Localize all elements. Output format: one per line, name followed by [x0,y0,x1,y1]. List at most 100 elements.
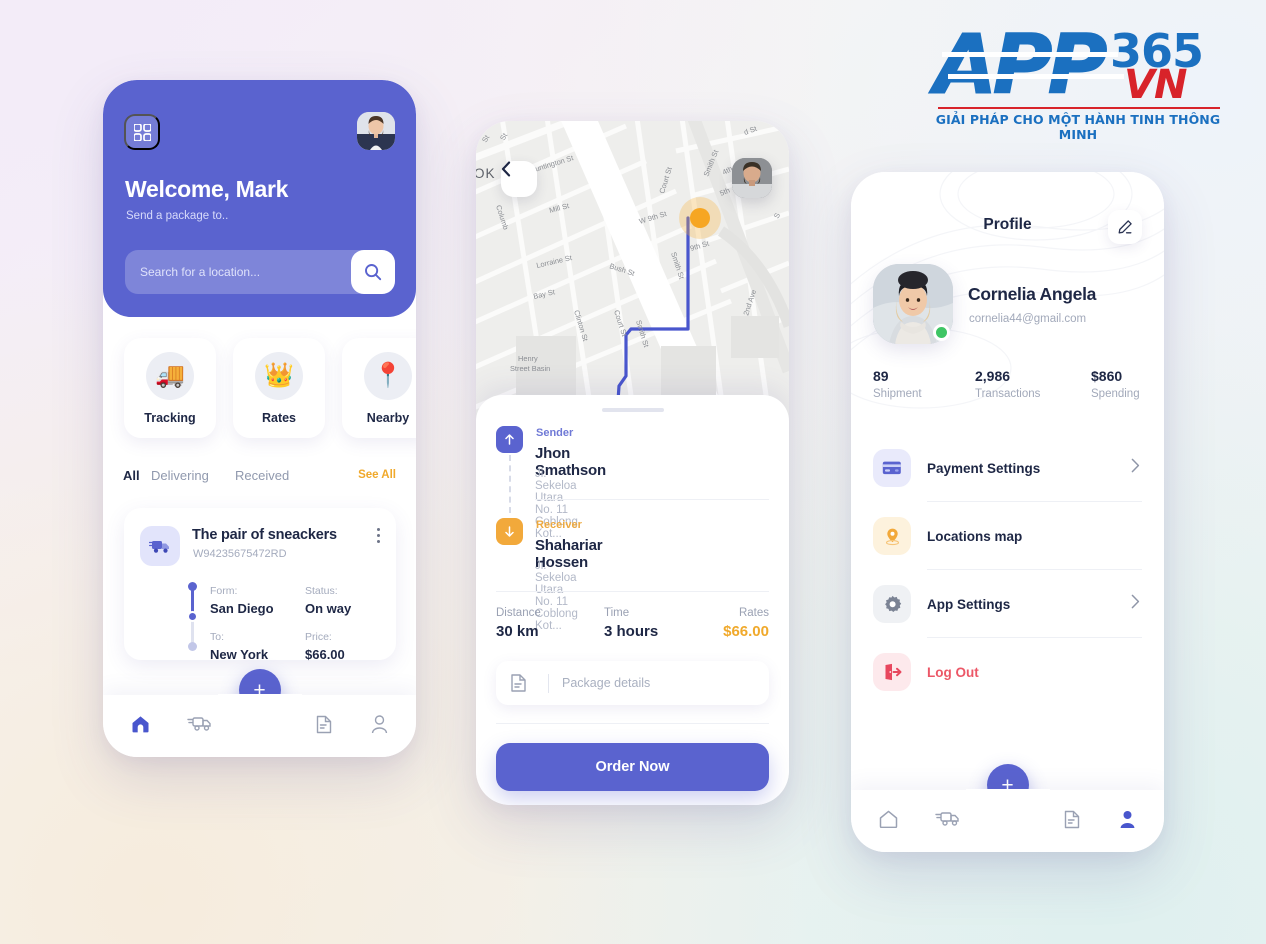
see-all-link[interactable]: See All [358,469,396,481]
bottom-navigation [103,694,416,757]
back-button[interactable] [501,161,537,197]
from-value: San Diego [210,601,274,616]
stat-transactions: 2,986 Transactions [975,368,1040,400]
crown-icon: 👑 [255,351,303,400]
chevron-left-icon [501,161,511,177]
nav-profile-button[interactable] [1119,810,1136,829]
metric-distance: Distance 30 km [496,607,541,640]
search-input[interactable] [140,250,340,294]
map-pin-icon: 📍 [364,351,412,400]
nav-shipments-button[interactable] [935,810,960,827]
metric-rates: Rates $66.00 [723,607,769,640]
truck-icon [140,526,180,566]
app365-logo: APP 365 VN GIẢI PHÁP CHO MỘT HÀNH TINH T… [928,18,1228,143]
profile-email: cornelia44@gmail.com [969,313,1087,325]
avatar[interactable] [357,112,395,150]
phone-home-screen: Welcome, Mark Send a package to.. 🚚 Trac… [103,80,416,757]
field-separator [548,674,549,693]
courier-avatar[interactable] [732,158,772,198]
nav-home-button[interactable] [879,810,898,828]
map-area-label: OK [476,166,496,181]
sheet-drag-handle[interactable] [601,408,664,412]
shipment-title: The pair of sneackers [192,527,337,543]
timeline-node-destination [188,642,197,651]
quick-action-label: Tracking [144,410,196,425]
gear-icon [873,585,911,623]
menu-item-label: Log Out [927,664,979,680]
price-label: Price: [305,631,332,643]
search-button[interactable] [351,250,395,294]
home-hero-header: Welcome, Mark Send a package to.. [103,80,416,317]
truck-icon [187,717,211,731]
status-value: On way [305,601,352,616]
sheet-divider-1 [535,499,769,500]
page-subtitle: Send a package to.. [126,210,229,222]
quick-action-nearby[interactable]: 📍 Nearby [342,338,416,438]
document-icon [1064,810,1080,829]
bottom-navigation [851,789,1164,852]
online-status-badge [933,324,950,341]
metric-time: Time 3 hours [604,607,658,640]
package-details-field [496,661,769,705]
stat-spending: $860 Spending [1091,368,1140,400]
shipment-card[interactable]: The pair of sneackers W94235675472RD For… [124,508,396,662]
stat-value: 2,986 [975,368,1011,384]
sender-role-label: Sender [536,427,574,439]
metric-label: Distance [496,607,541,619]
tab-all[interactable]: All [123,468,140,483]
more-vertical-icon[interactable] [377,528,380,543]
arrow-down-icon [496,518,523,545]
logo-tagline: GIẢI PHÁP CHO MỘT HÀNH TINH THÔNG MINH [935,112,1221,142]
credit-card-icon [873,449,911,487]
shipment-details-sheet: Sender Jhon Smathson Ji. Sekeloa Utara N… [476,395,789,805]
stat-label: Spending [1091,388,1140,400]
metric-value: 3 hours [604,623,659,640]
courier-avatar-image [732,158,772,198]
nav-shipments-button[interactable] [187,715,212,732]
grid-icon [133,123,151,141]
to-value: New York [210,647,269,662]
order-now-button[interactable]: Order Now [496,743,769,791]
quick-action-rates[interactable]: 👑 Rates [233,338,325,438]
menu-item-log-out[interactable]: Log Out [851,638,1164,706]
chevron-right-icon [1131,458,1140,478]
metric-label: Rates [738,607,769,619]
svg-text:Henry: Henry [518,354,538,363]
menu-item-label: Payment Settings [927,460,1041,476]
person-icon [371,715,388,734]
package-details-input[interactable] [562,661,757,705]
nav-documents-button[interactable] [1064,810,1080,829]
logo-app-text: APP [934,18,1109,114]
quick-action-tracking[interactable]: 🚚 Tracking [124,338,216,438]
sheet-divider-3 [496,723,769,724]
edit-profile-button[interactable] [1108,210,1142,244]
logo-divider [938,107,1220,109]
nav-documents-button[interactable] [316,715,332,734]
stat-shipment: 89 Shipment [873,368,922,400]
menu-item-payment-settings[interactable]: Payment Settings [851,434,1164,502]
stat-label: Transactions [975,388,1041,400]
menu-item-app-settings[interactable]: App Settings [851,570,1164,638]
price-value: $66.00 [305,647,345,662]
menu-item-label: App Settings [927,596,1011,612]
nav-profile-button[interactable] [371,715,388,734]
quick-action-label: Nearby [366,410,410,425]
profile-stats: 89 Shipment 2,986 Transactions $860 Spen… [851,368,1164,412]
search-bar [125,250,395,294]
stat-value: 89 [873,368,889,384]
phone-profile-screen: Profile Cornelia Angela cornelia44@gmail… [851,172,1164,852]
document-icon [316,715,332,734]
stat-label: Shipment [873,388,922,400]
metric-label: Time [604,607,630,619]
tab-received[interactable]: Received [235,468,289,483]
menu-item-label: Locations map [927,528,1023,544]
grid-menu-button[interactable] [124,114,160,150]
receiver-role-label: Receiver [536,519,582,531]
status-label: Status: [305,585,338,597]
route-map[interactable]: Huntington St Mill St Lorraine St Bay St… [476,121,789,421]
tab-delivering[interactable]: Delivering [151,468,209,483]
delivery-truck-icon: 🚚 [146,351,194,400]
nav-home-button[interactable] [131,715,150,733]
svg-text:Street Basin: Street Basin [510,364,550,373]
menu-item-locations-map[interactable]: Locations map [851,502,1164,570]
